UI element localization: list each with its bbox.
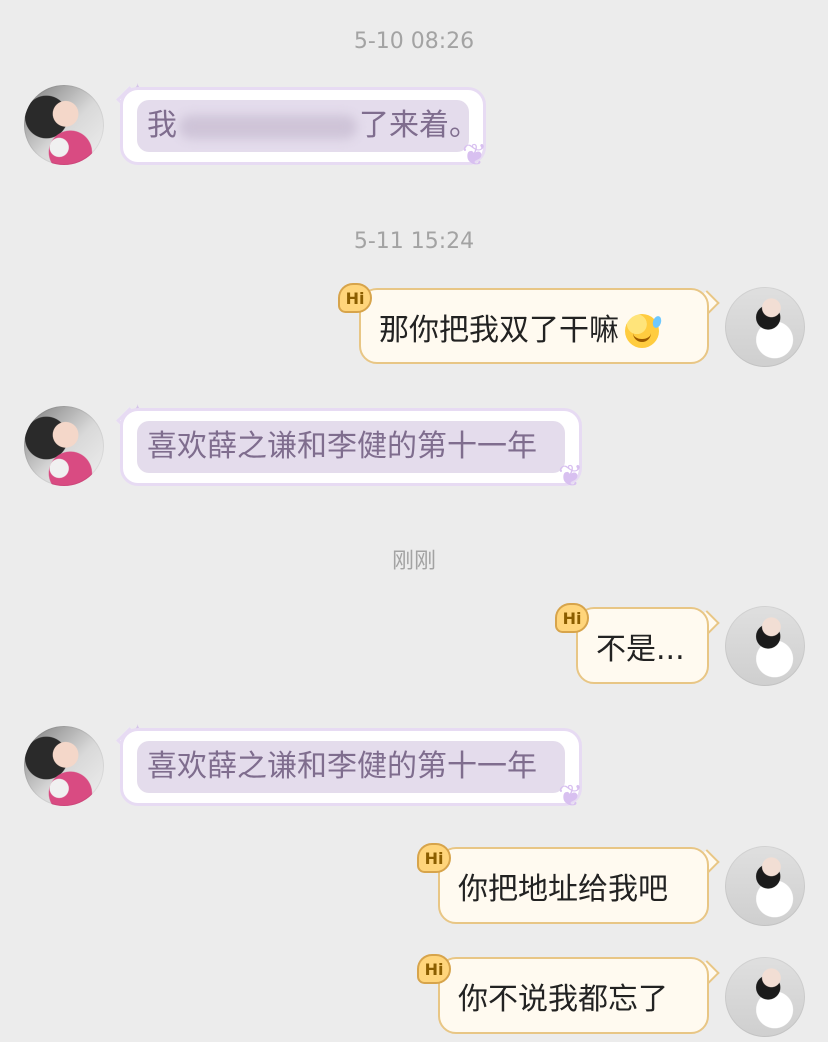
message-bubble-outgoing[interactable]: 你不说我都忘了 — [438, 957, 709, 1034]
message-text: 那你把我双了干嘛 — [379, 312, 619, 348]
message-text-suffix: 了来着。 — [359, 108, 479, 143]
butterfly-icon: ❦ — [462, 138, 488, 173]
avatar[interactable] — [24, 85, 104, 165]
timestamp-1: 5-10 08:26 — [353, 29, 475, 54]
avatar[interactable] — [725, 287, 805, 367]
message-text: 喜欢薛之谦和李健的第十一年 — [137, 421, 565, 473]
message-bubble-outgoing[interactable]: 你把地址给我吧 — [438, 847, 709, 924]
avatar[interactable] — [725, 957, 805, 1037]
avatar[interactable] — [24, 726, 104, 806]
timestamp-3: 刚刚 — [391, 549, 436, 574]
hi-badge: Hi — [417, 954, 451, 984]
message-text: 你把地址给我吧 — [458, 871, 668, 907]
avatar[interactable] — [725, 606, 805, 686]
message-bubble-incoming[interactable]: 喜欢薛之谦和李健的第十一年 — [120, 408, 582, 486]
message-text: 你不说我都忘了 — [458, 981, 668, 1017]
message-text: 不是... — [596, 631, 685, 667]
message-text-prefix: 我 — [147, 108, 177, 143]
redacted-text — [179, 114, 357, 139]
hi-badge: Hi — [417, 843, 451, 873]
message-bubble-incoming[interactable]: 我 了来着。 — [120, 87, 486, 165]
avatar[interactable] — [24, 406, 104, 486]
message-bubble-incoming[interactable]: 喜欢薛之谦和李健的第十一年 — [120, 728, 582, 806]
message-bubble-outgoing[interactable]: 不是... — [576, 607, 709, 684]
message-text: 喜欢薛之谦和李健的第十一年 — [137, 741, 565, 793]
timestamp-2: 5-11 15:24 — [353, 229, 475, 254]
butterfly-icon: ❦ — [558, 459, 584, 494]
sweat-smile-emoji — [625, 313, 659, 348]
message-bubble-outgoing[interactable]: 那你把我双了干嘛 — [359, 288, 709, 364]
butterfly-icon: ❦ — [558, 779, 584, 814]
hi-badge: Hi — [338, 283, 372, 313]
avatar[interactable] — [725, 846, 805, 926]
message-text: 我 了来着。 — [137, 100, 479, 152]
hi-badge: Hi — [555, 603, 589, 633]
